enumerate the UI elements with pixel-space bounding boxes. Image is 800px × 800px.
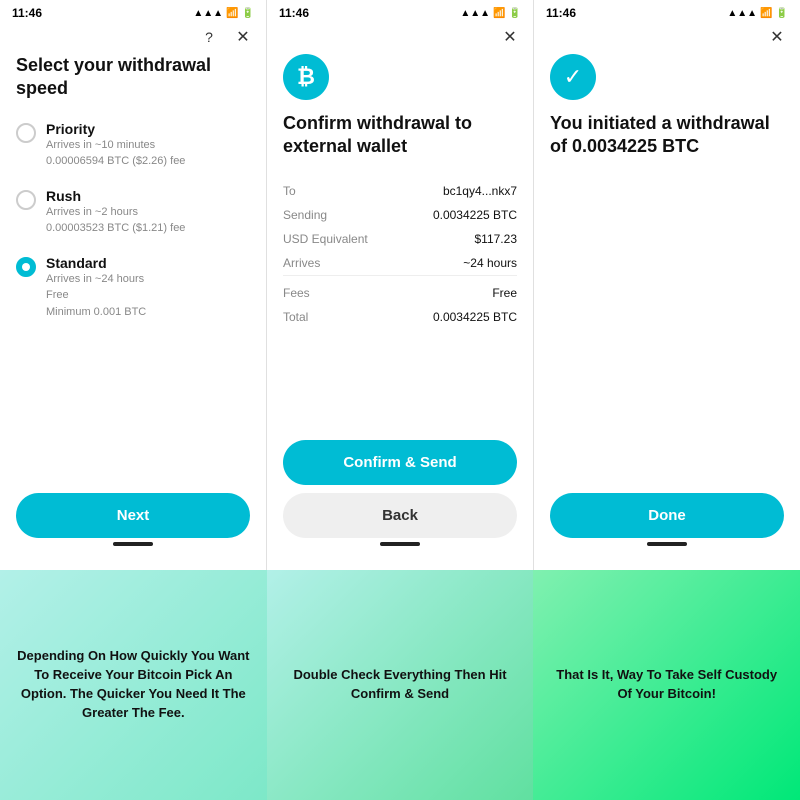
screen1-bottom: Next [0,483,266,570]
table-row-total: Total 0.0034225 BTC [283,305,517,329]
confirm-send-button[interactable]: Confirm & Send [283,440,517,485]
wifi-icon-3: 📶 [760,8,772,19]
close-button-3[interactable]: ✕ [766,26,788,48]
caption-text-2: Double Check Everything Then Hit Confirm… [281,666,520,704]
checkmark-icon: ✓ [550,54,596,100]
caption-text-1: Depending On How Quickly You Want To Rec… [14,647,253,722]
priority-sub1: Arrives in ~10 minutes [46,137,185,154]
next-button[interactable]: Next [16,493,250,538]
value-sending: 0.0034225 BTC [412,203,517,227]
radio-standard[interactable] [16,257,36,277]
caption-2: Double Check Everything Then Hit Confirm… [267,570,534,800]
header-icons-1: ? ✕ [0,24,266,54]
rush-sub1: Arrives in ~2 hours [46,204,185,221]
back-button[interactable]: Back [283,493,517,538]
screen3-title: You initiated a withdrawal of 0.0034225 … [550,112,784,159]
screen3-content: ✓ You initiated a withdrawal of 0.003422… [534,54,800,483]
standard-sub1: Arrives in ~24 hours [46,271,146,288]
value-total: 0.0034225 BTC [412,305,517,329]
screen2-content: ₿ Confirm withdrawal to external wallet … [267,54,533,430]
captions-row: Depending On How Quickly You Want To Rec… [0,570,800,800]
wifi-icon-2: 📶 [493,8,505,19]
home-indicator-2 [380,542,420,546]
close-button-1[interactable]: ✕ [232,26,254,48]
priority-sub2: 0.00006594 BTC ($2.26) fee [46,153,185,170]
status-bar-2: 11:46 ▲▲▲ 📶 🔋 [267,0,533,24]
help-button[interactable]: ? [198,26,220,48]
table-row-usd: USD Equivalent $117.23 [283,227,517,251]
screen1-title: Select your withdrawal speed [16,54,250,101]
status-bar-1: 11:46 ▲▲▲ 📶 🔋 [0,0,266,24]
time-2: 11:46 [279,6,309,20]
label-usd: USD Equivalent [283,227,412,251]
radio-rush[interactable] [16,190,36,210]
battery-icon-3: 🔋 [776,8,788,19]
rush-sub2: 0.00003523 BTC ($1.21) fee [46,220,185,237]
wifi-icon: 📶 [226,8,238,19]
caption-3: That Is It, Way To Take Self Custody Of … [533,570,800,800]
caption-text-3: That Is It, Way To Take Self Custody Of … [547,666,786,704]
time-3: 11:46 [546,6,576,20]
value-fees: Free [412,275,517,305]
screen-1: 11:46 ▲▲▲ 📶 🔋 ? ✕ Select your withdrawal… [0,0,267,570]
time-1: 11:46 [12,6,42,20]
screen1-content: Select your withdrawal speed Priority Ar… [0,54,266,483]
table-row-sending: Sending 0.0034225 BTC [283,203,517,227]
label-total: Total [283,305,412,329]
radio-priority[interactable] [16,123,36,143]
priority-label: Priority [46,121,185,137]
table-row-fees: Fees Free [283,275,517,305]
header-icons-2: ✕ [267,24,533,54]
standard-label: Standard [46,255,146,271]
label-fees: Fees [283,275,412,305]
rush-label: Rush [46,188,185,204]
status-icons-3: ▲▲▲ 📶 🔋 [727,8,788,19]
label-sending: Sending [283,203,412,227]
value-arrives: ~24 hours [412,251,517,276]
signal-icon: ▲▲▲ [193,8,223,19]
screen2-title: Confirm withdrawal to external wallet [283,112,517,159]
signal-icon-2: ▲▲▲ [460,8,490,19]
home-indicator-1 [113,542,153,546]
option-rush[interactable]: Rush Arrives in ~2 hours 0.00003523 BTC … [16,188,250,237]
value-usd: $117.23 [412,227,517,251]
header-icons-3: ✕ [534,24,800,54]
home-indicator-3 [647,542,687,546]
status-icons-1: ▲▲▲ 📶 🔋 [193,8,254,19]
label-arrives: Arrives [283,251,412,276]
status-bar-3: 11:46 ▲▲▲ 📶 🔋 [534,0,800,24]
standard-sub3: Minimum 0.001 BTC [46,304,146,321]
signal-icon-3: ▲▲▲ [727,8,757,19]
battery-icon-2: 🔋 [509,8,521,19]
screen-3: 11:46 ▲▲▲ 📶 🔋 ✕ ✓ You initiated a withdr… [534,0,800,570]
option-priority[interactable]: Priority Arrives in ~10 minutes 0.000065… [16,121,250,170]
label-to: To [283,179,412,203]
bitcoin-icon: ₿ [283,54,329,100]
option-standard[interactable]: Standard Arrives in ~24 hours Free Minim… [16,255,250,321]
close-button-2[interactable]: ✕ [499,26,521,48]
value-to: bc1qy4...nkx7 [412,179,517,203]
screen2-bottom: Confirm & Send Back [267,430,533,570]
table-row-arrives: Arrives ~24 hours [283,251,517,276]
battery-icon: 🔋 [242,8,254,19]
confirm-table: To bc1qy4...nkx7 Sending 0.0034225 BTC U… [283,179,517,329]
standard-sub2: Free [46,287,146,304]
screen-2: 11:46 ▲▲▲ 📶 🔋 ✕ ₿ Confirm withdrawal to … [267,0,534,570]
screen3-bottom: Done [534,483,800,570]
caption-1: Depending On How Quickly You Want To Rec… [0,570,267,800]
done-button[interactable]: Done [550,493,784,538]
radio-inner-standard [22,263,30,271]
status-icons-2: ▲▲▲ 📶 🔋 [460,8,521,19]
table-row-to: To bc1qy4...nkx7 [283,179,517,203]
